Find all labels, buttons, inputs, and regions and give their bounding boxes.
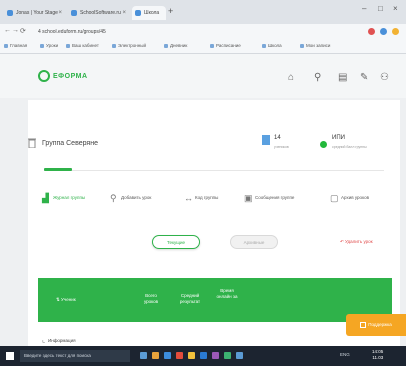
app-logo[interactable]: ЕФОРМА [38,68,88,84]
column-average[interactable]: Средний результат [172,293,208,304]
minimize-icon[interactable]: – [362,4,366,13]
info-icon: ⌞ [42,337,46,344]
tab-group-messages[interactable]: ▣ Сообщения группе [244,193,294,203]
tab-group-journal[interactable]: ▟ Журнал группы [42,193,85,203]
notes-icon[interactable]: ▤ [338,72,347,83]
word-icon[interactable] [200,352,207,359]
edge-icon[interactable] [164,352,171,359]
bar-chart-icon: ▟ [42,193,49,203]
arrows-icon: ↔ [184,193,193,203]
close-window-icon[interactable]: × [393,4,398,13]
favicon-icon [7,10,13,16]
students-icon [262,135,270,145]
edit-icon[interactable]: ✎ [360,72,368,83]
file-explorer-icon[interactable] [152,352,159,359]
reload-icon[interactable]: ⟳ [20,27,26,35]
extension-icon[interactable] [368,28,375,35]
delete-lesson-link[interactable]: ↶ Удалить урок [340,239,373,245]
url-input[interactable]: 4 school.eduform.ru/groups/45 [30,27,330,37]
new-tab-button[interactable]: + [168,6,173,16]
taskbar-search-input[interactable]: Введите здесь текст для поиска [20,350,130,362]
group-card: Группа Северяне 14 учеников ИПИ средний … [28,100,400,346]
tray-language[interactable]: ENG [340,352,350,357]
score-stat: ИПИ средний балл группы [320,135,367,153]
bookmark-item[interactable]: Расписание [210,43,241,48]
document-icon: ▣ [244,193,253,203]
maximize-icon[interactable]: □ [378,4,383,13]
chrome-icon[interactable] [188,352,195,359]
location-icon[interactable]: ⚲ [314,72,321,83]
bookmark-item[interactable]: Мои записи [300,43,330,48]
status-dot-icon [320,141,327,148]
browser-tab[interactable]: SchoolSoftware.ru × [68,6,130,20]
students-stat: 14 учеников [262,135,289,153]
tab-lesson-archive[interactable]: ▢ Архив уроков [330,193,369,203]
table-row[interactable]: Информация [48,338,76,343]
table-header: ⇅ Ученик Всего уроков Средний результат … [38,278,392,322]
app-icon[interactable] [212,352,219,359]
group-tabs: ▟ Журнал группы ⚲ Добавить урок ↔ Код гр… [42,193,392,207]
taskbar-clock[interactable]: 14:05 11.03 [372,349,383,361]
forward-icon[interactable]: → [12,27,19,34]
home-icon[interactable]: ⌂ [288,72,294,83]
task-view-icon[interactable] [140,352,147,359]
browser-tab-bar: Jonas | Your Stage × SchoolSoftware.ru ×… [0,0,406,24]
bookmark-item[interactable]: Главная [4,43,27,48]
logo-icon [38,70,50,82]
bookmark-item[interactable]: Уроки [40,43,58,48]
browser-tab[interactable]: Jonas | Your Stage × [4,6,66,20]
bookmark-item[interactable]: Электронный [112,43,146,48]
active-indicator [44,168,72,171]
trash-icon[interactable] [28,138,36,148]
app-header: ЕФОРМА ⌂ ⚲ ▤ ✎ ⚇ [0,54,406,98]
group-title: Группа Северяне [42,140,98,147]
tab-add-lesson[interactable]: ⚲ Добавить урок [110,193,151,203]
bookmarks-bar: Главная Уроки Ваш кабинет Электронный Дн… [0,40,406,54]
column-lessons[interactable]: Всего уроков [138,293,164,304]
profile-icon[interactable] [392,28,399,35]
tab-group-code[interactable]: ↔ Код группы [184,193,218,203]
app-icon[interactable] [224,352,231,359]
archive-toggle-button[interactable]: Архивные [230,235,278,249]
address-bar: ← → ⟳ 4 school.eduform.ru/groups/45 [0,24,406,40]
column-online-time[interactable]: Время онлайн за [214,288,240,299]
current-toggle-button[interactable]: Текущие [152,235,200,249]
checkbox-icon [360,321,367,328]
favicon-icon [71,10,77,16]
favicon-icon [135,10,141,16]
location-pin-icon: ⚲ [110,193,117,203]
divider [44,170,384,171]
browser-tab-active[interactable]: Школа [132,6,166,20]
extension-icon[interactable] [380,28,387,35]
app-icon[interactable] [236,352,243,359]
bookmark-item[interactable]: Ваш кабинет [66,43,99,48]
user-menu-icon[interactable]: ⚇ [380,72,389,83]
taskbar: Введите здесь текст для поиска ENG 14:05… [0,346,406,366]
archive-icon: ▢ [330,193,339,203]
bookmark-item[interactable]: Школа [262,43,282,48]
back-icon[interactable]: ← [4,27,11,34]
app-icon[interactable] [176,352,183,359]
windows-start-icon[interactable] [6,352,14,360]
support-button[interactable]: Поддержка [346,314,406,336]
close-icon[interactable]: × [122,6,126,20]
close-icon[interactable]: × [58,6,62,20]
column-student[interactable]: ⇅ Ученик [56,297,76,303]
bookmark-item[interactable]: Дневник [164,43,187,48]
